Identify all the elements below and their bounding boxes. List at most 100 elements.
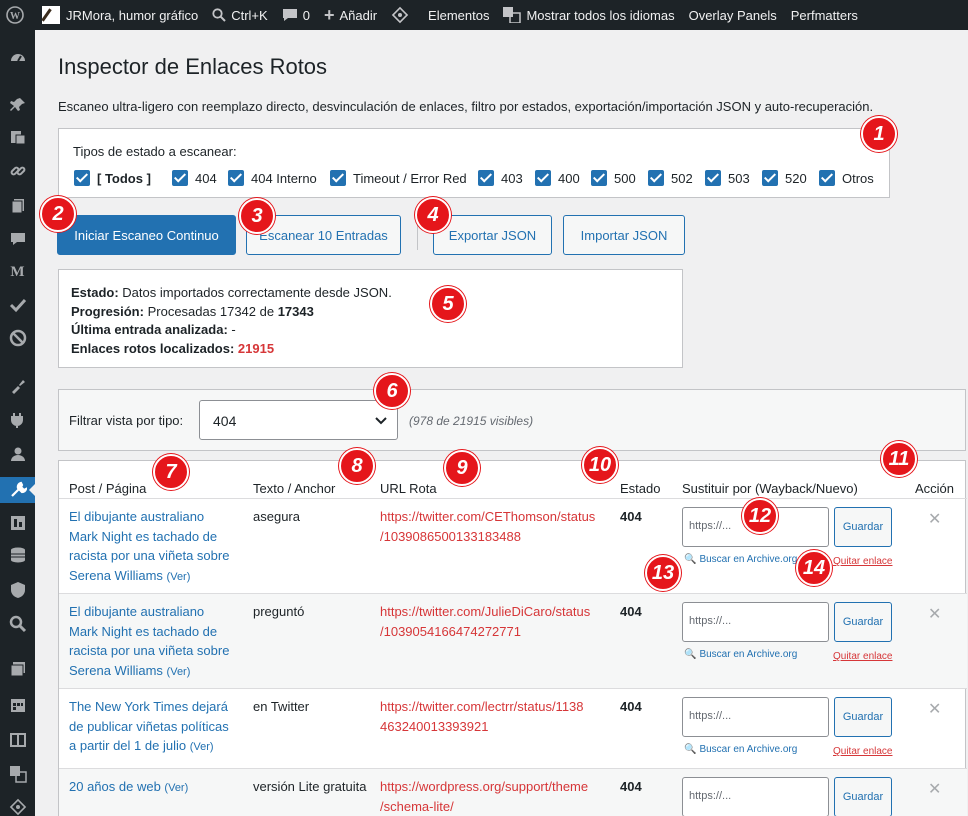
- checkbox-403[interactable]: 403: [478, 170, 523, 186]
- dismiss-icon[interactable]: ✕: [928, 699, 941, 719]
- filter-label: Filtrar vista por tipo:: [69, 413, 184, 428]
- checkbox-checked-icon: [228, 170, 244, 186]
- start-scan-button[interactable]: Iniciar Escaneo Continuo: [57, 215, 236, 255]
- site-logo-icon: [41, 6, 60, 24]
- dismiss-icon[interactable]: ✕: [928, 509, 941, 529]
- dismiss-icon[interactable]: ✕: [928, 779, 941, 799]
- header-replace: Sustituir por (Wayback/Nuevo): [682, 481, 858, 496]
- checkbox-400[interactable]: 400: [535, 170, 580, 186]
- database-icon[interactable]: [0, 542, 35, 568]
- languages-link[interactable]: Mostrar todos los idiomas: [496, 0, 681, 30]
- diamond-plugin-icon[interactable]: [384, 0, 421, 30]
- wordpress-logo-icon[interactable]: W: [0, 0, 35, 30]
- view-link[interactable]: (Ver): [167, 666, 191, 678]
- checkbox-404[interactable]: 404: [172, 170, 217, 186]
- header-post: Post / Página: [69, 481, 147, 496]
- view-link[interactable]: (Ver): [190, 741, 214, 753]
- plugins-icon[interactable]: [0, 407, 35, 433]
- status-code: 404: [620, 779, 642, 794]
- perfmatters-link[interactable]: Perfmatters: [784, 0, 865, 30]
- comments-link[interactable]: 0: [275, 0, 317, 30]
- archive-search-link[interactable]: 🔍 Buscar en Archive.org: [684, 744, 797, 755]
- link-icon[interactable]: [0, 158, 35, 184]
- save-button[interactable]: Guardar: [834, 697, 892, 737]
- archive-search-link[interactable]: 🔍 Buscar en Archive.org: [684, 554, 797, 565]
- broken-url[interactable]: https://wordpress.org/support/theme /sch…: [380, 777, 588, 816]
- dashboard-icon[interactable]: [0, 44, 35, 70]
- annotation-badge: 13: [645, 555, 681, 591]
- checkbox-503[interactable]: 503: [705, 170, 750, 186]
- search-command[interactable]: Ctrl+K: [205, 0, 274, 30]
- annotation-badge: 2: [40, 196, 76, 232]
- checkbox-checked-icon: [478, 170, 494, 186]
- annotation-badge: 5: [430, 286, 466, 322]
- checkbox-500[interactable]: 500: [591, 170, 636, 186]
- remove-link[interactable]: Quitar enlace: [833, 651, 892, 662]
- tools-icon[interactable]: [0, 477, 35, 503]
- elements-link[interactable]: Elementos: [421, 0, 496, 30]
- pages-icon[interactable]: [0, 193, 35, 219]
- add-new-link[interactable]: + Añadir: [317, 0, 384, 30]
- remove-link[interactable]: Quitar enlace: [833, 556, 892, 567]
- mailchimp-icon[interactable]: M: [0, 259, 35, 285]
- magnifier-icon: 🔍: [684, 744, 697, 755]
- block-icon[interactable]: [0, 325, 35, 351]
- post-link[interactable]: The New York Times dejará de publicar vi…: [69, 697, 229, 758]
- archive-search-link[interactable]: 🔍 Buscar en Archive.org: [684, 649, 797, 660]
- settings-icon[interactable]: [0, 510, 35, 536]
- pin-icon[interactable]: [0, 92, 35, 118]
- shield-icon[interactable]: [0, 577, 35, 603]
- overlay-panels-link[interactable]: Overlay Panels: [682, 0, 784, 30]
- view-link[interactable]: (Ver): [167, 571, 191, 583]
- comment-icon: [282, 9, 297, 21]
- site-name-link[interactable]: JRMora, humor gráfico: [35, 0, 205, 30]
- replacement-input[interactable]: https://...: [682, 697, 829, 737]
- checkbox-timeout[interactable]: Timeout / Error Red: [330, 170, 467, 186]
- anchor-text: preguntó: [253, 604, 305, 619]
- save-button[interactable]: Guardar: [834, 777, 892, 816]
- replacement-input[interactable]: https://...: [682, 602, 829, 642]
- checkbox-checked-icon: [74, 170, 90, 186]
- search-icon: [212, 8, 226, 22]
- magnifier-icon: 🔍: [684, 649, 697, 660]
- book-icon[interactable]: [0, 727, 35, 753]
- checkbox-520[interactable]: 520: [762, 170, 807, 186]
- post-link[interactable]: El dibujante australiano Mark Night es t…: [69, 602, 229, 682]
- post-link[interactable]: 20 años de web (Ver): [69, 777, 188, 799]
- broken-url[interactable]: https://twitter.com/lectrr/status/1138 4…: [380, 697, 584, 736]
- users-icon[interactable]: [0, 441, 35, 467]
- annotation-badge: 3: [239, 198, 275, 234]
- diamond-icon[interactable]: [0, 794, 35, 816]
- media-icon[interactable]: [0, 124, 35, 150]
- calendar-icon[interactable]: [0, 692, 35, 718]
- save-button[interactable]: Guardar: [834, 507, 892, 547]
- remove-link[interactable]: Quitar enlace: [833, 746, 892, 757]
- save-button[interactable]: Guardar: [834, 602, 892, 642]
- table-row: The New York Times dejará de publicar vi…: [59, 688, 967, 768]
- annotation-badge: 12: [742, 498, 778, 534]
- annotation-badge: 4: [415, 197, 451, 233]
- broken-url[interactable]: https://twitter.com/JulieDiCaro/status /…: [380, 602, 590, 641]
- checkbox-404-interno[interactable]: 404 Interno: [228, 170, 317, 186]
- checkbox-502[interactable]: 502: [648, 170, 693, 186]
- gallery-icon[interactable]: [0, 656, 35, 682]
- filter-select[interactable]: 404: [199, 400, 398, 440]
- progress-line: Progresión: Procesadas 17342 de 17343: [71, 303, 314, 319]
- status-types-panel: Tipos de estado a escanear: [ Todos ] 40…: [58, 128, 890, 198]
- dismiss-icon[interactable]: ✕: [928, 604, 941, 624]
- checkbox-otros[interactable]: Otros: [819, 170, 874, 186]
- comments-icon[interactable]: [0, 226, 35, 252]
- search-icon[interactable]: [0, 611, 35, 637]
- svg-text:W: W: [10, 11, 20, 22]
- translation-icon[interactable]: [0, 761, 35, 787]
- export-json-button[interactable]: Exportar JSON: [433, 215, 552, 255]
- check-icon[interactable]: [0, 292, 35, 318]
- appearance-icon[interactable]: [0, 373, 35, 399]
- import-json-button[interactable]: Importar JSON: [563, 215, 685, 255]
- post-link[interactable]: El dibujante australiano Mark Night es t…: [69, 507, 229, 587]
- broken-url[interactable]: https://twitter.com/CEThomson/status /10…: [380, 507, 595, 546]
- view-link[interactable]: (Ver): [164, 782, 188, 794]
- checkbox-todos[interactable]: [ Todos ]: [74, 170, 151, 186]
- anchor-text: asegura: [253, 509, 300, 524]
- replacement-input[interactable]: https://...: [682, 777, 829, 816]
